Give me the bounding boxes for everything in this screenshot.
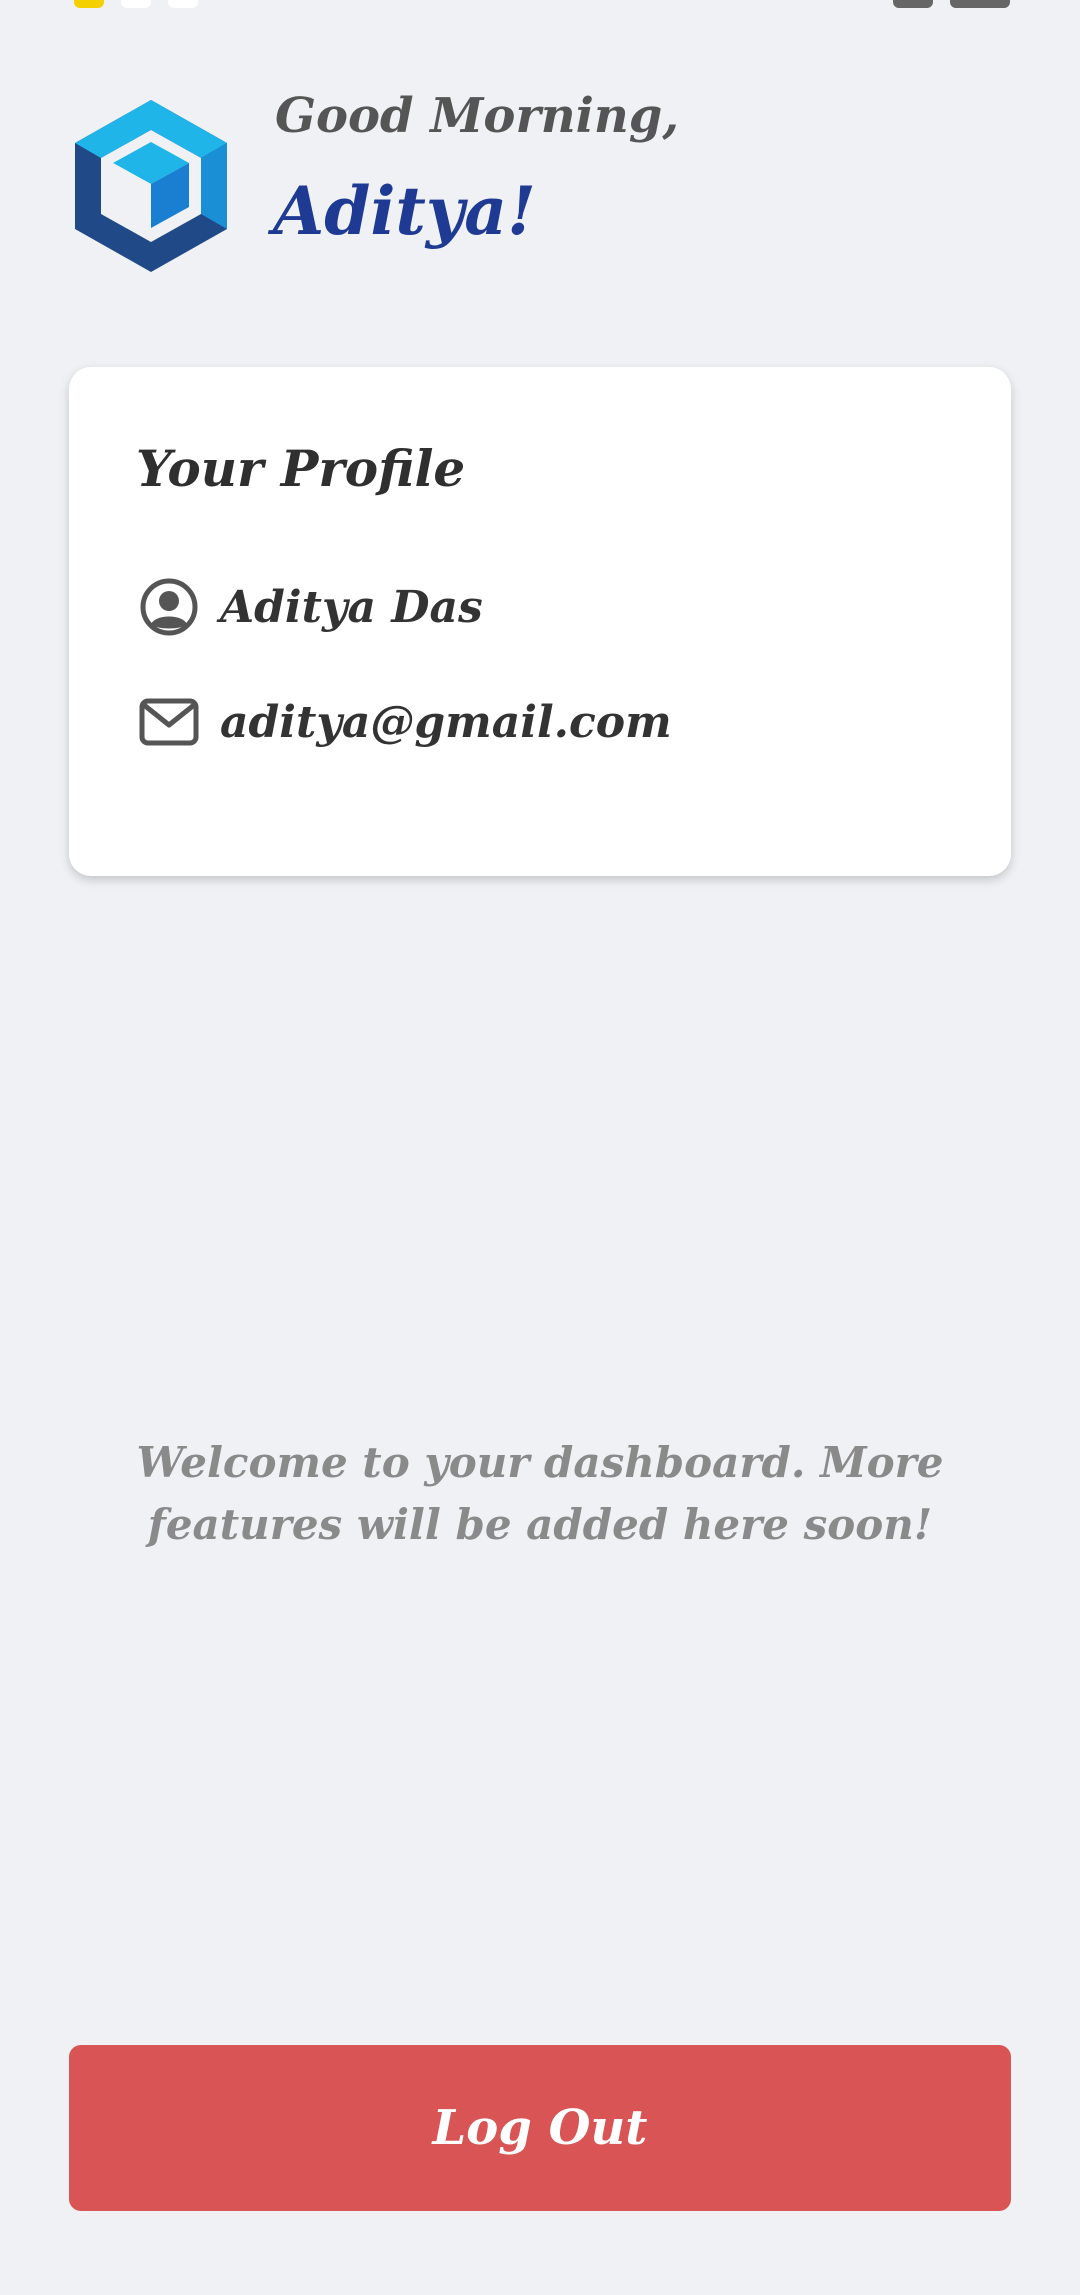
user-circle-icon	[139, 577, 199, 637]
battery-icon	[950, 0, 1010, 8]
logout-button-label: Log Out	[432, 2100, 648, 2156]
greeting-text: Good Morning,	[275, 88, 680, 144]
notification-icon	[168, 0, 199, 8]
mail-icon	[139, 692, 199, 752]
profile-email-row: aditya@gmail.com	[139, 692, 672, 752]
welcome-message: Welcome to your dashboard. More features…	[136, 1438, 944, 1549]
profile-email: aditya@gmail.com	[220, 696, 672, 748]
notification-icon	[121, 0, 152, 8]
profile-card: Your Profile Aditya Das aditya@gmail.com	[69, 367, 1011, 876]
signal-icon	[892, 0, 933, 8]
cube-logo-icon	[75, 100, 227, 272]
user-first-name: Aditya!	[273, 172, 537, 250]
profile-name: Aditya Das	[220, 581, 483, 633]
profile-name-row: Aditya Das	[139, 577, 483, 637]
card-title: Your Profile	[136, 439, 466, 498]
status-bar-left	[62, 0, 199, 9]
status-bar-right	[881, 0, 1010, 9]
notification-icon	[74, 0, 104, 8]
logout-button[interactable]: Log Out	[69, 2045, 1011, 2211]
status-bar	[0, 0, 1080, 12]
